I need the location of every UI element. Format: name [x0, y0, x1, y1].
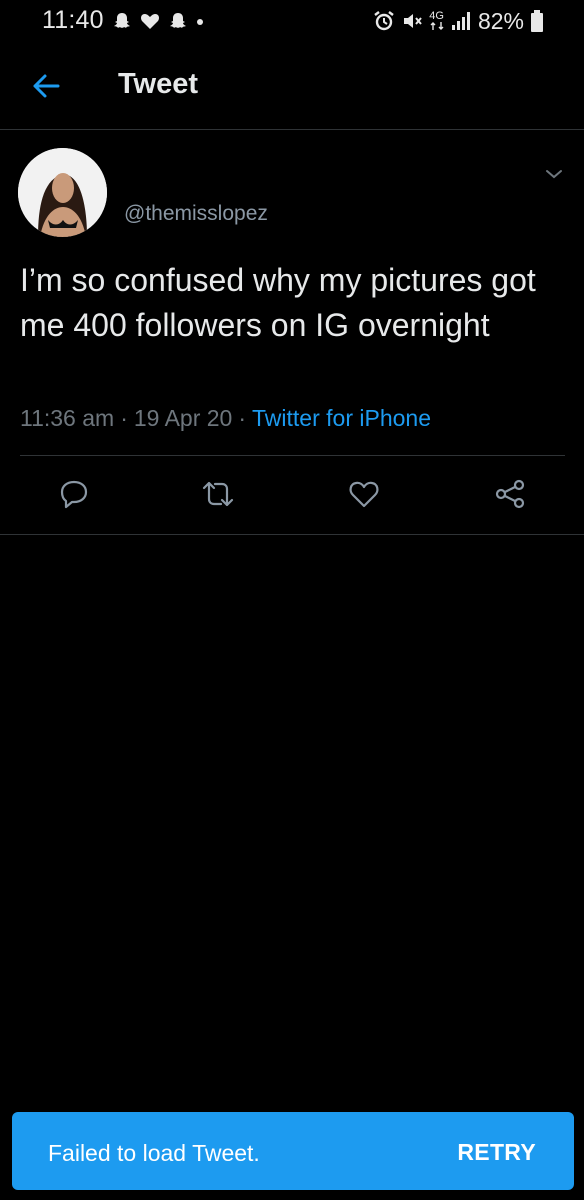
- tweet-actions: [0, 472, 584, 516]
- status-time: 11:40: [42, 6, 104, 34]
- reply-button[interactable]: [52, 472, 96, 516]
- battery-icon: [531, 10, 543, 32]
- data-arrows-icon: [430, 22, 444, 30]
- retry-button[interactable]: RETRY: [457, 1139, 536, 1166]
- tweet-date: 19 Apr 20: [133, 405, 233, 431]
- dot-icon: [197, 19, 203, 25]
- share-button[interactable]: [488, 472, 532, 516]
- avatar[interactable]: [18, 148, 107, 237]
- app-header: Tweet: [0, 44, 584, 130]
- heart-icon: [141, 14, 159, 29]
- meta-separator: ·: [238, 405, 247, 431]
- like-icon: [349, 481, 379, 508]
- tweet-time: 11:36 am: [20, 405, 115, 431]
- back-button[interactable]: [26, 66, 66, 106]
- mute-icon: [404, 14, 423, 28]
- retweet-icon: [202, 481, 234, 507]
- share-icon: [495, 479, 525, 509]
- page-title: Tweet: [118, 68, 199, 100]
- system-icons: 4G 82%: [373, 6, 544, 36]
- tweet-options-button[interactable]: [542, 162, 566, 186]
- chevron-down-icon: [546, 170, 562, 179]
- meta-separator: ·: [120, 405, 128, 431]
- signal-icon: [451, 12, 470, 30]
- notification-icons: [112, 9, 204, 33]
- alarm-icon: [374, 11, 394, 31]
- divider: [20, 455, 565, 456]
- like-button[interactable]: [342, 472, 386, 516]
- retweet-button[interactable]: [196, 472, 240, 516]
- tweet-text: I’m so confused why my pictures got me 4…: [20, 262, 536, 343]
- reply-icon: [60, 480, 88, 509]
- tweet: @themisslopez I’m so confused why my pic…: [0, 130, 584, 535]
- snackbar-message: Failed to load Tweet.: [48, 1140, 260, 1166]
- error-snackbar: Failed to load Tweet. RETRY: [12, 1112, 574, 1190]
- snapchat-icon: [170, 13, 186, 28]
- status-bar: 11:40 4G 82%: [0, 0, 584, 44]
- snapchat-icon: [114, 13, 130, 28]
- avatar-image: [18, 148, 107, 237]
- battery-percentage: 82%: [477, 7, 524, 34]
- tweet-source-link[interactable]: Twitter for iPhone: [252, 405, 431, 431]
- tweet-meta: 11:36 am · 19 Apr 20 · Twitter for iPhone: [20, 405, 431, 432]
- tweet-handle[interactable]: @themisslopez: [124, 202, 268, 226]
- network-4g-icon: 4G: [429, 11, 444, 31]
- back-arrow-icon: [33, 74, 60, 98]
